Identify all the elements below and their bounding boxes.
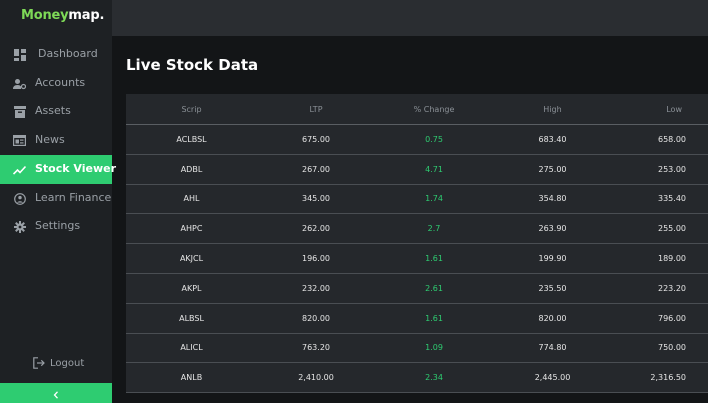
cell-low: 223.20 (658, 283, 686, 293)
sidebar-item-label: Learn Finance (35, 191, 112, 204)
sidebar-item-dashboard[interactable]: Dashboard (0, 40, 112, 69)
cell-high: 263.90 (538, 224, 567, 234)
cell-ltp: 196.00 (302, 254, 330, 264)
sidebar: Moneymap. Dashboard Accounts Assets News… (0, 0, 116, 403)
cell-high: 354.80 (538, 194, 567, 204)
cell-low: 335.40 (658, 194, 686, 204)
cell-scrip: ANLB (180, 373, 203, 383)
cell-change: 0.75 (425, 134, 443, 144)
sidebar-item-learn-finance[interactable]: Learn Finance (0, 184, 112, 213)
sidebar-item-settings[interactable]: Settings (0, 212, 112, 241)
logo-text-map: map (68, 8, 100, 23)
cell-low: 796.00 (658, 313, 686, 323)
table-row[interactable]: AKJCL 196.00 1.61 199.90 189.00 (126, 244, 708, 274)
cell-change: 2.61 (425, 283, 443, 293)
cell-scrip: ADBL (180, 164, 203, 174)
cell-scrip: AHPC (180, 224, 203, 234)
cell-low: 658.00 (658, 134, 686, 144)
cell-low: 2,316.50 (650, 373, 686, 383)
trending-up-icon (13, 163, 26, 176)
cell-high: 820.00 (538, 313, 567, 323)
sidebar-item-label: Dashboard (38, 47, 98, 60)
table-row[interactable]: ALICL 763.20 1.09 774.80 750.00 (126, 333, 708, 364)
sidebar-item-label: Accounts (35, 76, 86, 89)
table-row[interactable]: ANLB 2,410.00 2.34 2,445.00 2,316.50 (126, 363, 708, 394)
news-icon (13, 134, 26, 147)
logout-label: Logout (50, 357, 85, 369)
cell-scrip: ALBSL (179, 313, 204, 323)
cell-change: 1.61 (425, 254, 443, 264)
table-row[interactable]: AHL 345.00 1.74 354.80 335.40 (126, 184, 708, 215)
cell-low: 253.00 (658, 164, 686, 174)
sidebar-item-assets[interactable]: Assets (0, 97, 112, 126)
cell-ltp: 763.20 (302, 343, 330, 353)
cell-change: 1.74 (425, 194, 443, 204)
table-header: Scrip LTP % Change High Low (126, 94, 708, 125)
cell-ltp: 267.00 (302, 164, 330, 174)
table-row[interactable]: ACLBSL 675.00 0.75 683.40 658.00 (126, 125, 708, 155)
cell-low: 255.00 (658, 224, 686, 234)
learn-icon (13, 192, 26, 205)
collapse-sidebar-button[interactable] (0, 383, 112, 403)
table-row[interactable]: AHPC 262.00 2.7 263.90 255.00 (126, 214, 708, 245)
column-header-low[interactable]: Low (612, 105, 708, 114)
table-row[interactable]: ADBL 267.00 4.71 275.00 253.00 (126, 154, 708, 185)
app-logo[interactable]: Moneymap. (21, 8, 104, 23)
sidebar-item-label: Settings (35, 219, 81, 232)
sidebar-item-label: Stock Viewer (35, 162, 117, 175)
cell-change: 1.09 (425, 343, 443, 353)
cell-ltp: 262.00 (302, 224, 330, 234)
cell-ltp: 675.00 (302, 134, 330, 144)
cell-ltp: 345.00 (302, 194, 330, 204)
logout-icon (33, 354, 45, 373)
stock-table: Scrip LTP % Change High Low ACLBSL 675.0… (126, 94, 708, 394)
sidebar-item-label: Assets (35, 104, 71, 117)
sidebar-item-news[interactable]: News (0, 126, 112, 155)
cell-high: 2,445.00 (534, 373, 571, 383)
column-header-high[interactable]: High (493, 105, 612, 114)
cell-ltp: 232.00 (302, 283, 330, 293)
logout-button[interactable]: Logout (33, 356, 84, 370)
cell-low: 189.00 (658, 254, 686, 264)
cell-change: 4.71 (425, 164, 443, 174)
cell-high: 683.40 (538, 134, 567, 144)
page-title: Live Stock Data (126, 56, 259, 74)
assets-icon (13, 105, 26, 118)
cell-high: 774.80 (538, 343, 567, 353)
cell-low: 750.00 (658, 343, 686, 353)
cell-scrip: AKJCL (179, 254, 204, 264)
sidebar-item-label: News (35, 133, 65, 146)
sidebar-item-accounts[interactable]: Accounts (0, 69, 112, 98)
cell-high: 235.50 (538, 283, 567, 293)
accounts-icon (13, 77, 26, 90)
column-header-scrip[interactable]: Scrip (126, 105, 257, 114)
logo-dot: . (99, 8, 105, 23)
cell-scrip: AKPL (181, 283, 202, 293)
gear-icon (13, 220, 26, 233)
cell-high: 199.90 (538, 254, 567, 264)
column-header-ltp[interactable]: LTP (257, 105, 375, 114)
logo-text-money: Money (21, 8, 69, 23)
cell-change: 2.7 (427, 224, 441, 234)
column-header-change[interactable]: % Change (375, 105, 493, 114)
table-row[interactable]: ALBSL 820.00 1.61 820.00 796.00 (126, 303, 708, 334)
cell-scrip: ACLBSL (176, 134, 207, 144)
cell-ltp: 2,410.00 (298, 373, 334, 383)
cell-scrip: AHL (183, 194, 200, 204)
cell-change: 2.34 (425, 373, 443, 383)
cell-high: 275.00 (538, 164, 567, 174)
table-row[interactable]: AKPL 232.00 2.61 235.50 223.20 (126, 273, 708, 304)
cell-ltp: 820.00 (302, 313, 330, 323)
chevron-left-icon (53, 384, 59, 403)
top-bar (112, 0, 708, 36)
cell-scrip: ALICL (180, 343, 203, 353)
dashboard-icon (13, 48, 26, 61)
cell-change: 1.61 (425, 313, 443, 323)
sidebar-item-stock-viewer[interactable]: Stock Viewer (0, 155, 116, 184)
